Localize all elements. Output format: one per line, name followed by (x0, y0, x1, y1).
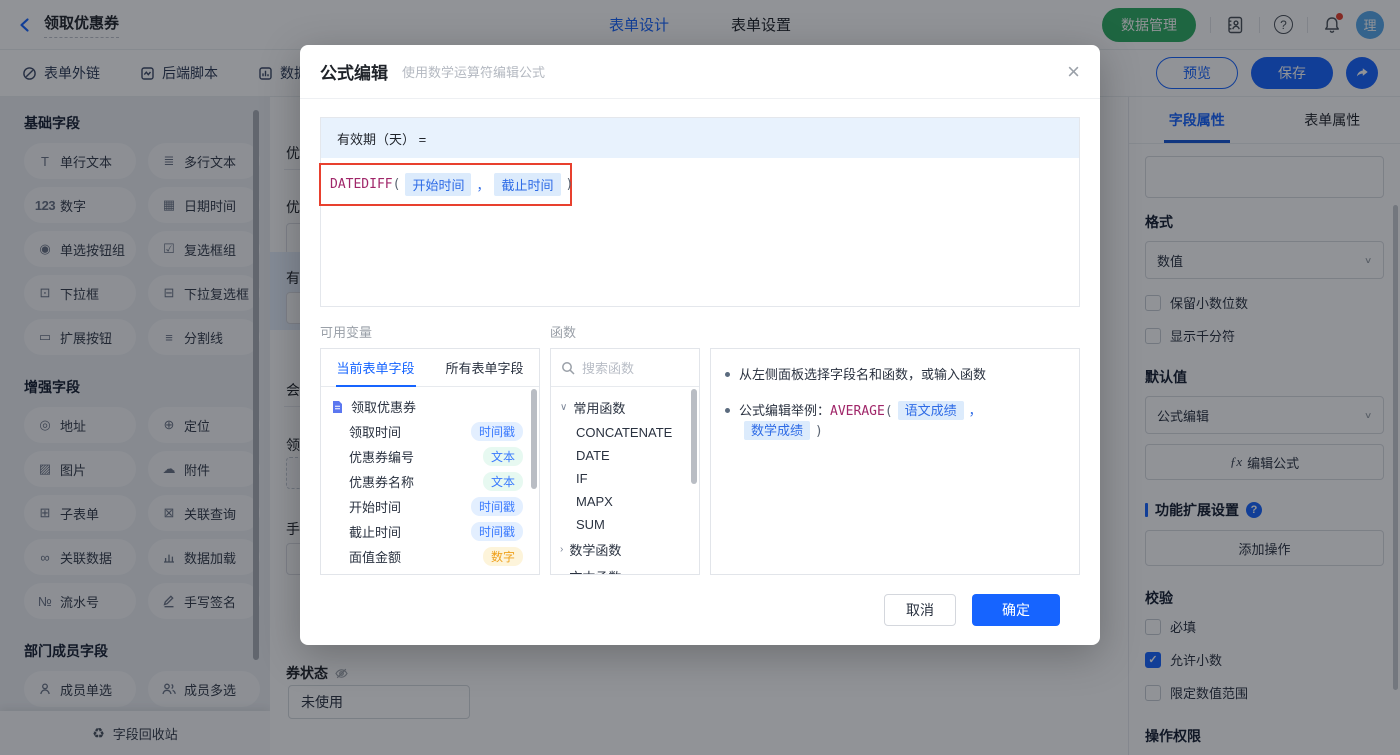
variables-label: 可用变量 (320, 325, 373, 340)
function-search-input[interactable]: 搜索函数 (551, 349, 699, 387)
formula-input-area[interactable]: DATEDIFF( 开始时间 ， 截止时间) (319, 158, 1079, 306)
variables-tabs: 当前表单字段 所有表单字段 (321, 349, 539, 387)
functions-label: 函数 (550, 325, 577, 340)
function-item-sum[interactable]: SUM (551, 513, 699, 536)
example-row: 公式编辑举例：AVERAGE(语文成绩 ，数学成绩) (725, 401, 1065, 441)
formula-annotation-box: DATEDIFF( 开始时间 ， 截止时间) (319, 163, 574, 206)
form-node[interactable]: 领取优惠券 (321, 394, 539, 419)
panels-row: 当前表单字段 所有表单字段 领取优惠券 领取时间 时间戳 优惠券编号 文本 优惠券名… (320, 348, 1080, 575)
tab-all-form-fields[interactable]: 所有表单字段 (430, 349, 539, 386)
search-placeholder: 搜索函数 (582, 361, 635, 376)
search-icon (562, 361, 575, 375)
type-badge: 文本 (482, 447, 523, 466)
tab-current-form-fields[interactable]: 当前表单字段 (321, 349, 430, 386)
paren: ) (815, 424, 823, 439)
type-badge: 时间戳 (470, 522, 523, 541)
field-chip-end-time[interactable]: 截止时间 (494, 173, 561, 196)
formula-editor-modal: 公式编辑 使用数学运算符编辑公式 × 有效期（天） = DATEDIFF(开始时… (300, 45, 1100, 645)
function-item-concatenate[interactable]: CONCATENATE (551, 421, 699, 444)
example-function-name: AVERAGE (830, 404, 885, 419)
function-item-if[interactable]: IF (551, 467, 699, 490)
type-badge: 时间戳 (470, 497, 523, 516)
function-item-date[interactable]: DATE (551, 444, 699, 467)
variable-row[interactable]: 优惠券编号 文本 (321, 444, 539, 469)
variable-row[interactable]: 截止时间 时间戳 (321, 519, 539, 544)
example-chip: 语文成绩 (897, 401, 964, 420)
form-doc-icon (333, 400, 342, 413)
formula-target: 有效期（天） = (321, 118, 1079, 158)
variables-scrollbar[interactable] (531, 389, 537, 489)
field-chip-start-time[interactable]: 开始时间 (405, 173, 472, 196)
modal-header: 公式编辑 使用数学运算符编辑公式 × (300, 45, 1100, 99)
group-text-functions[interactable]: › 文本函数 (551, 563, 699, 574)
comma: ， (968, 404, 982, 419)
type-badge: 文本 (482, 472, 523, 491)
paren: ( (884, 404, 893, 419)
formula-help-panel: 从左侧面板选择字段名和函数，或输入函数 公式编辑举例：AVERAGE(语文成绩，… (710, 348, 1080, 575)
tip-row: 从左侧面板选择字段名和函数，或输入函数 (725, 365, 1065, 384)
variable-row[interactable]: 优惠券名称 文本 (321, 469, 539, 494)
example-chip: 数学成绩 (744, 421, 811, 440)
confirm-button[interactable]: 确定 (972, 594, 1060, 626)
variable-row[interactable]: 面值金额 数字 (321, 544, 539, 569)
function-tree: ∨ 常用函数 CONCATENATE DATE IF MAPX SUM › 数学… (551, 387, 699, 574)
type-badge: 数字 (482, 547, 523, 566)
chevron-down-icon: ∨ (560, 402, 568, 413)
modal-title: 公式编辑 (320, 64, 388, 83)
function-name: DATEDIFF (330, 177, 393, 192)
modal-body: 有效期（天） = DATEDIFF(开始时间，截止时间) 可用变量 函数 当前表… (300, 99, 1100, 626)
group-math-functions[interactable]: › 数学函数 (551, 536, 699, 563)
comma: ， (476, 179, 490, 194)
chevron-right-icon: › (560, 571, 563, 574)
variables-panel: 当前表单字段 所有表单字段 领取优惠券 领取时间 时间戳 优惠券编号 文本 优惠券名… (320, 348, 540, 575)
type-badge: 时间戳 (470, 422, 523, 441)
form-designer-page: 领取优惠券 表单设计 表单设置 数据管理 ? 理 表单外链 后端脚本 预览 保存… (0, 0, 1400, 755)
close-icon[interactable]: × (1067, 60, 1080, 83)
group-common-functions[interactable]: ∨ 常用函数 (551, 394, 699, 421)
paren: ) (565, 177, 574, 192)
formula-editor-box: 有效期（天） = DATEDIFF( 开始时间 ， 截止时间) (319, 117, 1080, 307)
cancel-button[interactable]: 取消 (884, 594, 956, 626)
variable-row[interactable]: 开始时间 时间戳 (321, 494, 539, 519)
modal-subtitle: 使用数学运算符编辑公式 (402, 65, 546, 80)
chevron-right-icon: › (560, 544, 564, 555)
modal-footer: 取消 确定 (320, 575, 1080, 626)
bullet (725, 372, 730, 377)
variable-row[interactable]: 领取时间 时间戳 (321, 419, 539, 444)
paren: ( (392, 177, 401, 192)
functions-scrollbar[interactable] (691, 389, 697, 484)
bullet (725, 408, 730, 413)
function-item-mapx[interactable]: MAPX (551, 490, 699, 513)
variables-list: 领取优惠券 领取时间 时间戳 优惠券编号 文本 优惠券名称 文本 开始时间 时间戳 截止… (321, 387, 539, 574)
panel-labels: 可用变量 函数 (320, 322, 1080, 341)
functions-panel: 搜索函数 ∨ 常用函数 CONCATENATE DATE IF MAPX SUM (550, 348, 700, 575)
